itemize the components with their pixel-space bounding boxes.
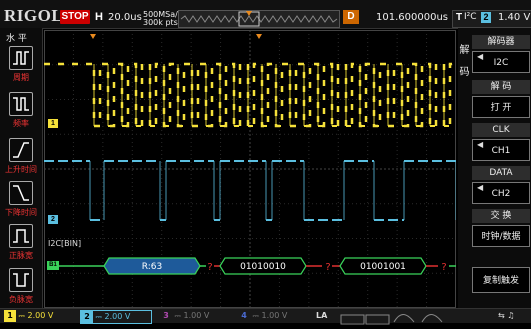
measure-positive-width-label: 正脉宽 [9, 251, 33, 260]
data-source-select[interactable]: ◀ CH2 [472, 182, 530, 204]
memory-depth: 300k pts [143, 18, 178, 27]
brand-logo: RIGOL [4, 6, 64, 25]
clk-source-value: CH1 [491, 146, 511, 156]
ch3-scale-value: 1.00 V [183, 311, 210, 320]
coupling-dc-icon: ⎓ [174, 311, 181, 320]
data-header: DATA [472, 166, 530, 180]
positive-width-icon [9, 224, 33, 248]
ch4-scale-tab[interactable]: 4 ⎓ 1.00 V [238, 310, 308, 322]
logic-analyzer-tab[interactable]: LA [316, 310, 340, 322]
ch3-number: 3 [163, 311, 169, 320]
ch2-ground-marker[interactable]: 2 [48, 215, 58, 224]
caret-left-icon: ◀ [477, 52, 484, 61]
la-channel-status [340, 310, 390, 325]
trigger-channel-badge: 2 [481, 12, 491, 23]
measure-rise-time-label: 上升时间 [5, 165, 37, 174]
bus-decode-label: I2C[BIN] [48, 239, 81, 248]
decode-menu-title: 解码 [459, 45, 470, 78]
decode-toggle-button[interactable]: 打 开 [472, 96, 530, 118]
waveform-gen-2-icon[interactable] [420, 309, 444, 323]
measure-menu-header: 水 平 [6, 34, 27, 44]
swap-header: 交 换 [472, 209, 530, 223]
trigger-source: I²C [464, 12, 477, 22]
coupling-dc-icon: ⎓ [252, 311, 259, 320]
decoder-select-value: I2C [493, 58, 509, 68]
frequency-pulse-icon [9, 92, 33, 116]
ch2-number: 2 [81, 311, 93, 323]
swap-clock-data-button[interactable]: 时钟/数据 [472, 225, 530, 247]
ch1-scale-value: 2.00 V [27, 311, 54, 320]
ch4-number: 4 [241, 311, 247, 320]
measure-period-label: 周期 [13, 73, 29, 82]
trigger-position-marker-icon [90, 34, 96, 39]
fall-time-icon [9, 181, 33, 205]
ch4-scale-value: 1.00 V [261, 311, 288, 320]
bus-ack-label: ? [441, 262, 446, 273]
bus-ack-label: ? [325, 262, 330, 273]
decoder-select[interactable]: ◀ I2C [472, 51, 530, 73]
timebase-label: H [95, 11, 103, 23]
clk-source-select[interactable]: ◀ CH1 [472, 139, 530, 161]
decode-header: 解 码 [472, 80, 530, 94]
ch3-scale-tab[interactable]: 3 ⎓ 1.00 V [160, 310, 230, 322]
i2c-bus-decode: R:63? 01010010? 01001001? [58, 257, 456, 275]
bus-data-label: 01001001 [360, 262, 406, 272]
copy-trigger-button[interactable]: 复制触发 [472, 267, 530, 293]
timebase-value[interactable]: 20.0us [108, 12, 142, 23]
memory-overview-strip[interactable] [178, 10, 340, 28]
measure-rise-time-button[interactable]: 上升时间 [4, 138, 38, 175]
period-pulse-icon [9, 46, 33, 70]
measure-frequency-button[interactable]: 频率 [4, 92, 38, 129]
caret-left-icon: ◀ [477, 183, 484, 192]
negative-width-icon [9, 268, 33, 292]
delay-label: D [343, 10, 359, 24]
coupling-dc-icon: ⎓ [18, 311, 25, 320]
measure-negative-width-label: 负脉宽 [9, 295, 33, 304]
bus-address-label: R:63 [142, 262, 162, 272]
center-position-marker-icon [256, 34, 262, 39]
measure-negative-width-button[interactable]: 负脉宽 [4, 268, 38, 305]
ch1-scale-tab[interactable]: 1 ⎓ 2.00 V [4, 310, 68, 322]
caret-left-icon: ◀ [477, 140, 484, 149]
run-stop-indicator[interactable]: STOP [60, 10, 90, 24]
bus-ack-label: ? [207, 262, 212, 273]
measure-period-button[interactable]: 周期 [4, 46, 38, 83]
measure-fall-time-button[interactable]: 下降时间 [4, 181, 38, 218]
measure-fall-time-label: 下降时间 [5, 208, 37, 217]
ch1-number: 1 [4, 310, 16, 322]
trigger-label: T [456, 12, 463, 23]
measure-positive-width-button[interactable]: 正脉宽 [4, 224, 38, 261]
waveform-gen-1-icon[interactable] [392, 309, 416, 323]
waveform-canvas: I2C[BIN] R:63? 01010010? 01001001? [44, 30, 458, 308]
data-source-value: CH2 [491, 189, 511, 199]
ch1-ground-marker[interactable]: 1 [48, 119, 58, 128]
decoder-header: 解码器 [472, 35, 530, 49]
trigger-level: 1.40 V [498, 12, 531, 23]
delay-value[interactable]: 101.600000us [376, 12, 448, 23]
coupling-dc-icon: ⎓ [95, 312, 102, 321]
usb-sound-icon[interactable]: ⇆ ♫ [498, 310, 528, 322]
bus-data-label: 01010010 [240, 262, 286, 272]
clk-header: CLK [472, 123, 530, 137]
bus-marker[interactable]: B1 [47, 261, 59, 270]
memory-waveform-preview [180, 11, 338, 27]
memory-trigger-marker-icon [246, 11, 252, 16]
rise-time-icon [9, 138, 33, 162]
sample-rate-readout: 500MSa/s 300k pts [143, 11, 182, 27]
waveform-display[interactable]: I2C[BIN] R:63? 01010010? 01001001? [44, 30, 458, 308]
ch2-scale-value: 2.00 V [104, 312, 131, 321]
measure-frequency-label: 频率 [13, 119, 29, 128]
